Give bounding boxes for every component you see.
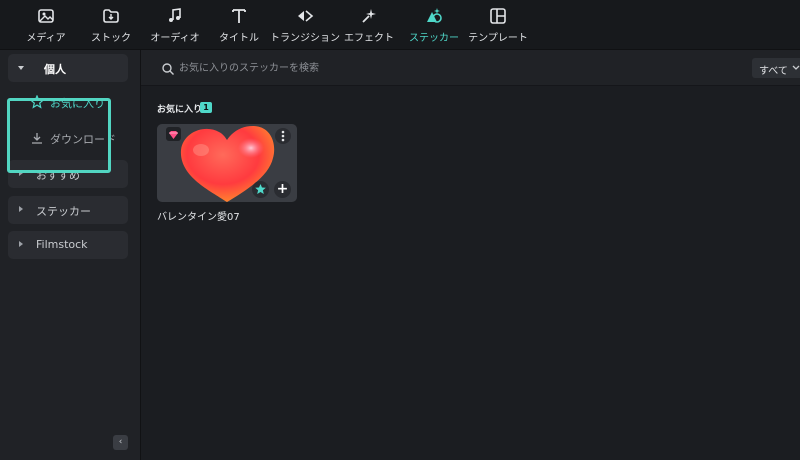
sidebar-group-label: 個人 (44, 63, 66, 76)
tab-templates[interactable]: テンプレート (462, 6, 534, 46)
tab-media[interactable]: メディア (10, 6, 82, 46)
sidebar-group-recommended[interactable]: おすすめ (8, 160, 128, 188)
tab-stock-label: ストック (91, 33, 131, 44)
tab-audio[interactable]: オーディオ (139, 6, 211, 46)
category-sidebar: 個人 お気に入り ダウンロード おすすめ ステッカー Filmstock ‹ (0, 50, 141, 460)
filter-selected-label: すべて (759, 66, 788, 77)
template-icon (462, 6, 534, 26)
tab-transitions-label: トランジション (270, 33, 340, 44)
stock-folder-icon (75, 6, 147, 26)
sticker-card-name: バレンタイン愛07 (157, 212, 240, 223)
sticker-icon (398, 6, 470, 26)
sticker-browser: すべて お気に入り 1 (141, 50, 800, 460)
sidebar-group-label: ステッカー (36, 205, 91, 218)
sidebar-group-personal[interactable]: 個人 (8, 54, 128, 82)
more-options-icon[interactable] (275, 128, 291, 144)
sticker-card[interactable]: + (157, 124, 297, 202)
title-t-icon (203, 6, 275, 26)
chevron-down-icon (791, 64, 800, 72)
top-toolbar: メディア ストック オーディオ タイトル トランジション エフェクト ステッカー… (0, 0, 800, 50)
sidebar-item-label: ダウンロード (50, 133, 116, 146)
tab-stickers-label: ステッカー (409, 33, 459, 44)
sidebar-item-label: お気に入り (50, 97, 105, 110)
tab-media-label: メディア (26, 33, 66, 44)
filter-dropdown[interactable]: すべて (752, 58, 800, 78)
search-bar: すべて (141, 50, 800, 86)
sidebar-group-stickers[interactable]: ステッカー (8, 196, 128, 224)
star-outline-icon (29, 94, 45, 109)
caret-down-icon (18, 66, 24, 70)
add-to-timeline-button[interactable]: + (274, 181, 291, 198)
search-input[interactable] (179, 58, 739, 78)
caret-right-icon (19, 170, 23, 176)
tab-effects[interactable]: エフェクト (333, 6, 405, 46)
favorite-star-icon[interactable] (252, 181, 269, 198)
tab-transitions[interactable]: トランジション (269, 6, 341, 46)
search-icon (161, 61, 175, 75)
tab-stock[interactable]: ストック (75, 6, 147, 46)
section-title: お気に入り (157, 105, 203, 115)
sidebar-item-favorites[interactable]: お気に入り (16, 90, 128, 114)
tab-templates-label: テンプレート (468, 33, 528, 44)
effects-sparkle-icon (333, 6, 405, 26)
item-count-badge: 1 (200, 102, 212, 113)
collapse-sidebar-button[interactable]: ‹ (113, 435, 128, 450)
tab-titles[interactable]: タイトル (203, 6, 275, 46)
sidebar-item-download[interactable]: ダウンロード (16, 126, 128, 150)
premium-gem-icon (166, 127, 181, 141)
caret-right-icon (19, 241, 23, 247)
sidebar-group-label: Filmstock (36, 238, 88, 251)
sidebar-group-label: おすすめ (36, 169, 80, 182)
tab-titles-label: タイトル (219, 33, 259, 44)
download-icon (30, 131, 44, 145)
tab-audio-label: オーディオ (150, 33, 200, 44)
tab-effects-label: エフェクト (344, 33, 394, 44)
media-icon (10, 6, 82, 26)
sidebar-group-filmstock[interactable]: Filmstock (8, 231, 128, 259)
tab-stickers[interactable]: ステッカー (398, 6, 470, 46)
caret-right-icon (19, 206, 23, 212)
music-note-icon (139, 6, 211, 26)
transition-arrows-icon (269, 6, 341, 26)
